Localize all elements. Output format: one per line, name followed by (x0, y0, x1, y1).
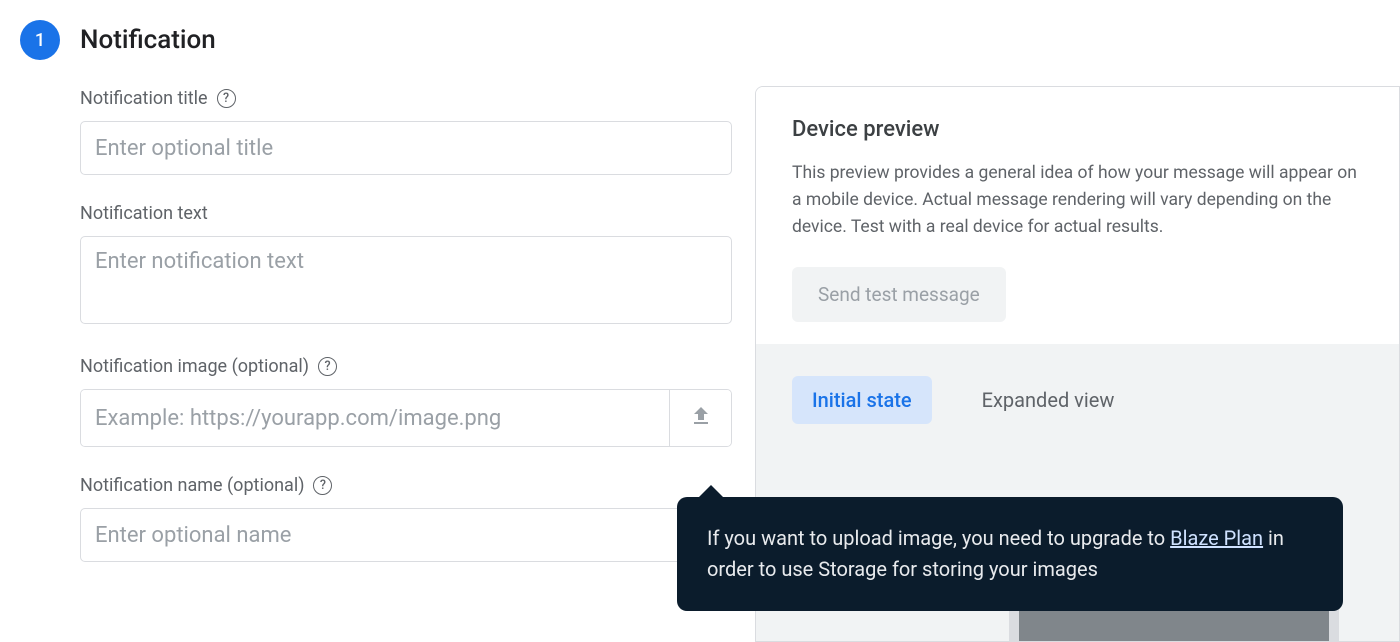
notification-name-label: Notification name (optional) (80, 475, 304, 496)
help-icon[interactable]: ? (318, 357, 337, 376)
tab-initial-state[interactable]: Initial state (792, 376, 932, 424)
upload-image-button[interactable] (669, 390, 731, 446)
blaze-plan-link[interactable]: Blaze Plan (1170, 526, 1263, 550)
label-row: Notification name (optional) ? (80, 475, 735, 496)
label-row: Notification title ? (80, 88, 735, 109)
upload-upgrade-tooltip: If you want to upload image, you need to… (677, 497, 1343, 611)
tooltip-text-prefix: If you want to upload image, you need to… (707, 526, 1170, 550)
device-preview-description: This preview provides a general idea of … (792, 160, 1363, 241)
field-notification-title: Notification title ? (80, 88, 735, 175)
notification-text-input[interactable] (80, 236, 732, 324)
notification-text-label: Notification text (80, 203, 208, 224)
label-row: Notification text (80, 203, 735, 224)
compose-notification-page: 1 Notification Notification title ? Noti… (0, 0, 1400, 642)
preview-tabs: Initial state Expanded view (792, 376, 1363, 424)
help-icon[interactable]: ? (217, 89, 236, 108)
field-notification-name: Notification name (optional) ? (80, 475, 735, 562)
tab-expanded-view[interactable]: Expanded view (962, 376, 1135, 424)
field-notification-image: Notification image (optional) ? (80, 356, 735, 447)
notification-image-input-wrap (80, 389, 732, 447)
send-test-message-button[interactable]: Send test message (792, 267, 1006, 322)
device-preview-heading: Device preview (792, 117, 1363, 142)
form-column: 1 Notification Notification title ? Noti… (0, 0, 755, 642)
step-title: Notification (80, 25, 216, 55)
field-notification-text: Notification text (80, 203, 735, 328)
notification-image-label: Notification image (optional) (80, 356, 309, 377)
notification-image-url-input[interactable] (81, 390, 669, 446)
notification-name-input[interactable] (80, 508, 732, 562)
upload-icon (689, 404, 713, 432)
form-body: Notification title ? Notification text N… (20, 88, 735, 562)
label-row: Notification image (optional) ? (80, 356, 735, 377)
step-header: 1 Notification (20, 20, 735, 60)
preview-top: Device preview This preview provides a g… (756, 87, 1399, 344)
help-icon[interactable]: ? (313, 476, 332, 495)
notification-title-input[interactable] (80, 121, 732, 175)
notification-title-label: Notification title (80, 88, 208, 109)
step-number-badge: 1 (20, 20, 60, 60)
